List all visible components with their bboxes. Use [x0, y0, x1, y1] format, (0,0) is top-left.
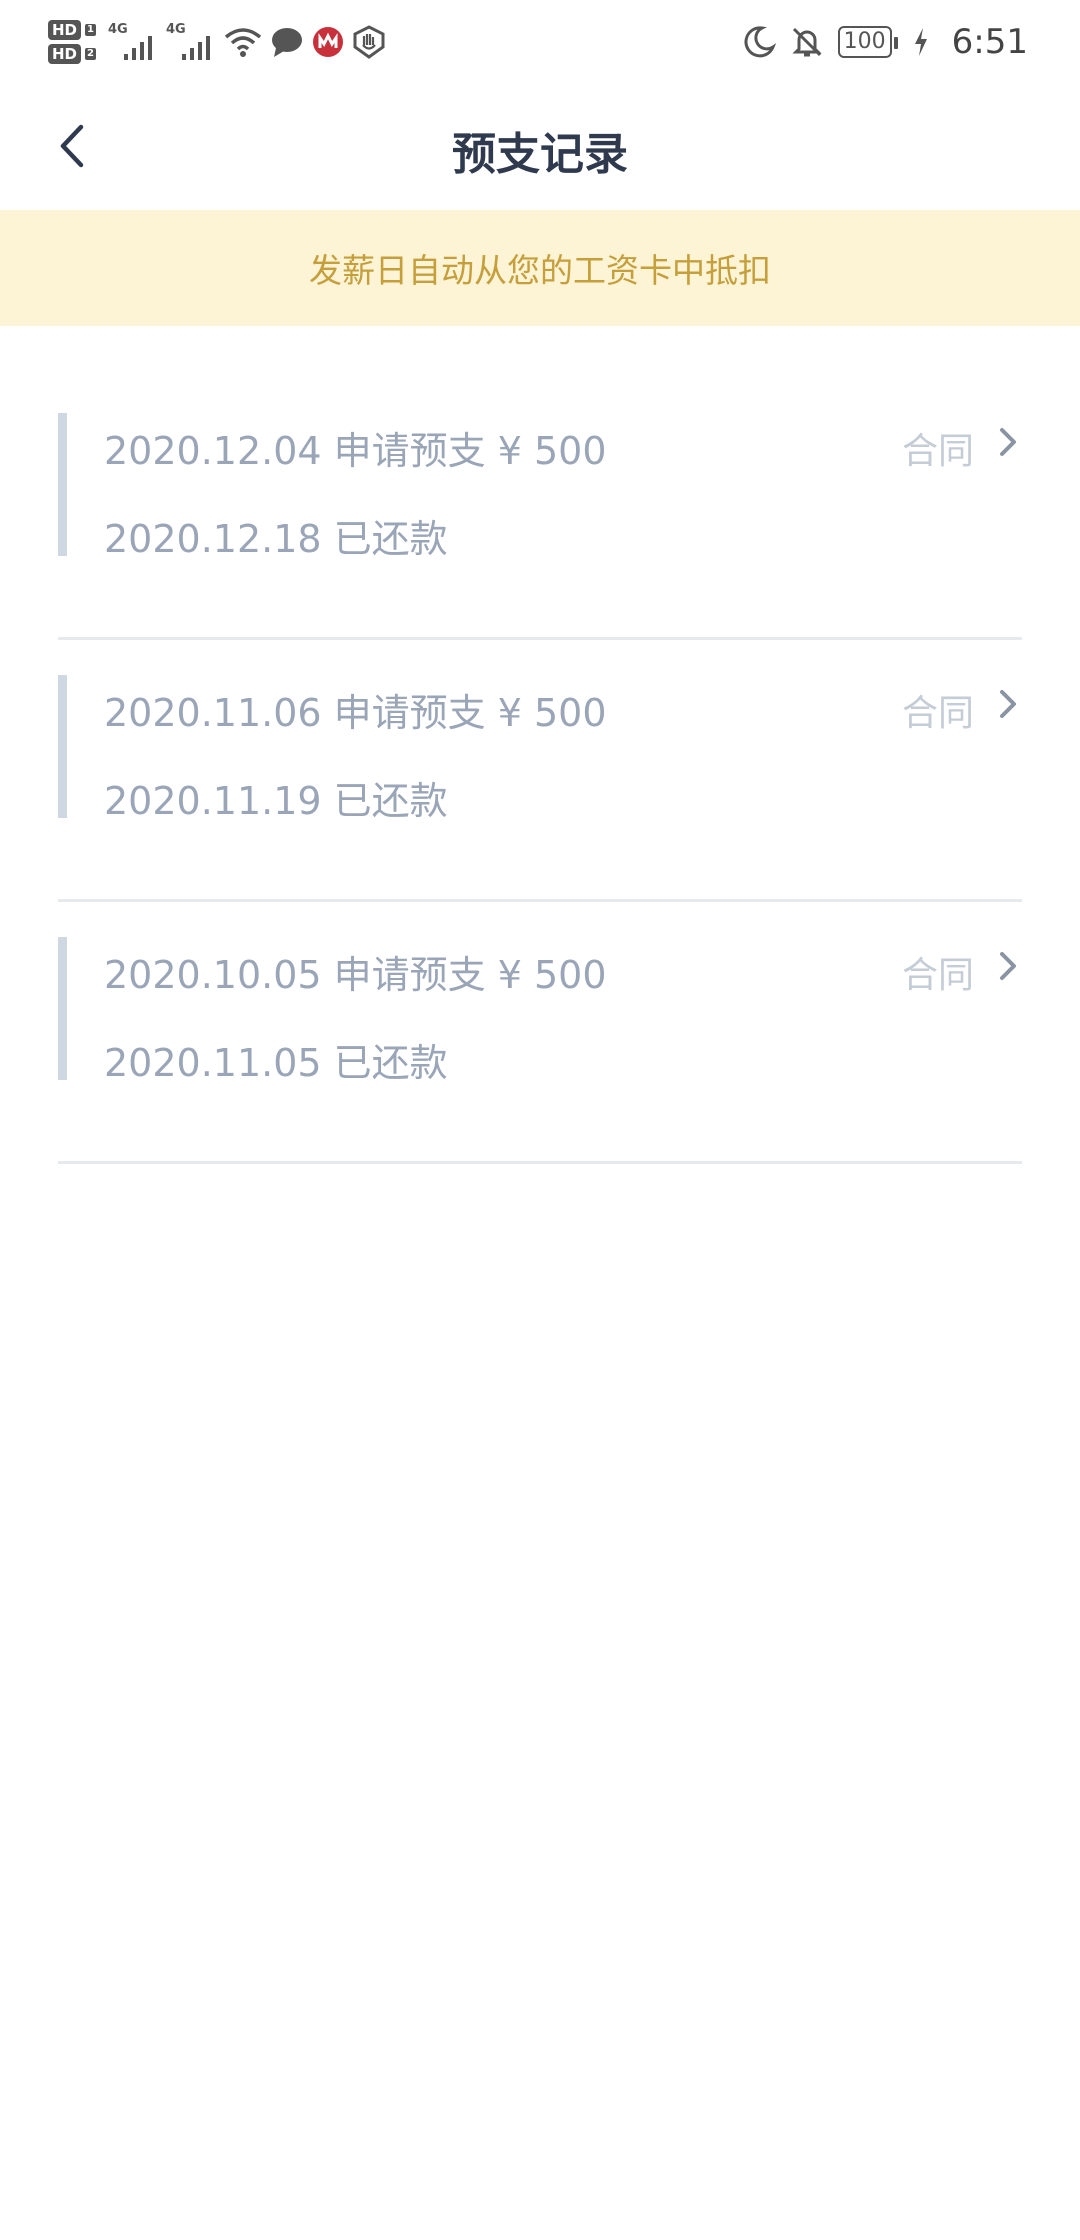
signal-bars-icon	[123, 36, 152, 60]
contract-link[interactable]: 合同	[902, 684, 974, 736]
signal-1: 4G	[108, 22, 158, 62]
hd1-sub: 1	[85, 24, 96, 36]
signal-2: 4G	[166, 22, 216, 62]
hd2-badge: HD	[48, 44, 82, 64]
notice-banner: 发薪日自动从您的工资卡中抵扣	[0, 210, 1080, 326]
battery-indicator: 100	[837, 26, 898, 58]
notice-text: 发薪日自动从您的工资卡中抵扣	[309, 251, 771, 290]
status-bar: HD 1 HD 2 4G 4G 100 6:51	[0, 0, 1080, 84]
status-left: HD 1 HD 2 4G 4G	[48, 10, 386, 74]
records-list: 2020.12.04 申请预支 ¥ 500 2020.12.18 已还款 合同 …	[58, 378, 1022, 1164]
moon-icon	[744, 26, 776, 58]
list-item[interactable]: 2020.10.05 申请预支 ¥ 500 2020.11.05 已还款 合同	[58, 902, 1022, 1164]
record-repay-text: 2020.11.05 已还款	[104, 1041, 448, 1085]
record-repay-text: 2020.12.18 已还款	[104, 517, 448, 561]
record-apply-text: 2020.12.04 申请预支 ¥ 500	[104, 429, 607, 473]
status-right: 100 6:51	[742, 14, 1028, 70]
divider	[58, 1161, 1022, 1164]
nav-bar: 预支记录	[0, 84, 1080, 210]
wifi-icon	[224, 28, 262, 57]
hand-shield-icon	[353, 25, 385, 59]
chevron-right-icon[interactable]	[994, 422, 1022, 462]
list-item[interactable]: 2020.11.06 申请预支 ¥ 500 2020.11.19 已还款 合同	[58, 640, 1022, 902]
clock: 6:51	[951, 22, 1028, 62]
page-title: 预支记录	[452, 129, 628, 180]
message-icon	[271, 28, 302, 57]
charging-icon	[914, 28, 927, 56]
hd1-badge: HD	[48, 20, 82, 40]
record-accent-bar	[58, 937, 67, 1080]
signal-bars-icon	[181, 36, 210, 60]
record-repay-text: 2020.11.19 已还款	[104, 779, 448, 823]
contract-link[interactable]: 合同	[902, 422, 974, 474]
bell-muted-icon	[792, 27, 822, 57]
record-accent-bar	[58, 675, 67, 818]
bank-app-icon	[312, 27, 343, 57]
chevron-right-icon[interactable]	[994, 946, 1022, 986]
chevron-right-icon[interactable]	[994, 684, 1022, 724]
contract-link[interactable]: 合同	[902, 946, 974, 998]
list-item[interactable]: 2020.12.04 申请预支 ¥ 500 2020.12.18 已还款 合同	[58, 378, 1022, 640]
record-accent-bar	[58, 413, 67, 556]
hd-indicators: HD 1 HD 2	[48, 20, 96, 64]
hd2-sub: 2	[85, 48, 96, 60]
record-apply-text: 2020.11.06 申请预支 ¥ 500	[104, 691, 607, 735]
record-apply-text: 2020.10.05 申请预支 ¥ 500	[104, 953, 607, 997]
